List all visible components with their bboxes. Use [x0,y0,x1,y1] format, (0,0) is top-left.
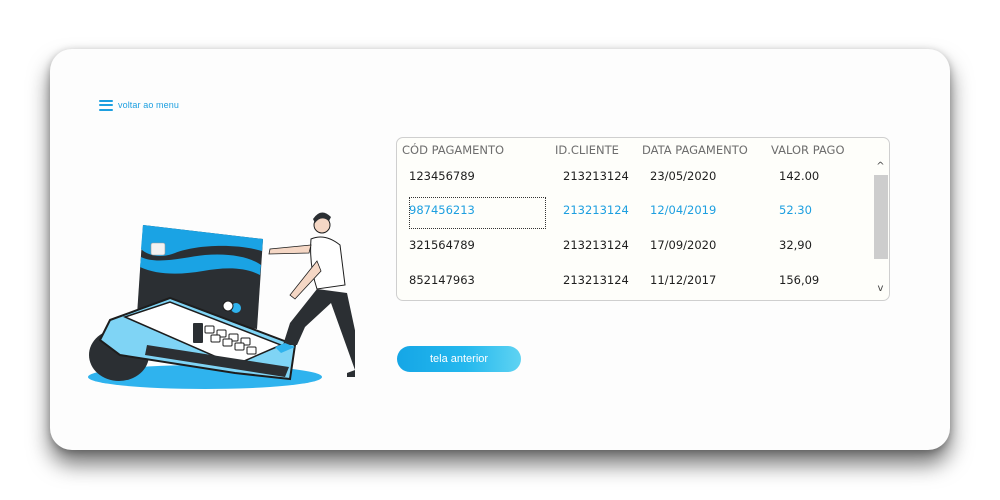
cell-id-cliente: 213213124 [563,238,629,252]
table-row-selected[interactable]: 987456213 213213124 12/04/2019 52.30 [397,193,867,229]
back-to-menu-link[interactable]: voltar ao menu [99,98,179,112]
content-card: voltar ao menu CÓD PAGAMENTO ID.CLIENTE … [50,49,950,450]
person-pushing-card-graphic [268,212,355,377]
header-cod-pagamento[interactable]: CÓD PAGAMENTO [402,143,504,157]
scrollbar-thumb[interactable] [874,175,888,259]
cell-data-pagamento: 17/09/2020 [650,238,717,252]
cell-cod-pagamento: 987456213 [409,203,475,217]
scroll-up-arrow-icon[interactable]: ^ [873,160,888,174]
header-id-cliente[interactable]: ID.CLIENTE [555,143,619,157]
back-to-menu-label: voltar ao menu [118,100,179,110]
cell-id-cliente: 213213124 [563,203,629,217]
table-header: CÓD PAGAMENTO ID.CLIENTE DATA PAGAMENTO … [397,138,867,160]
table-row[interactable]: 123456789 213213124 23/05/2020 142.00 [397,159,867,193]
scroll-down-arrow-icon[interactable]: v [873,282,888,296]
header-valor-pago[interactable]: VALOR PAGO [771,143,845,157]
cell-id-cliente: 213213124 [563,273,629,287]
header-data-pagamento[interactable]: DATA PAGAMENTO [642,143,748,157]
cell-valor-pago: 32,90 [779,238,812,252]
previous-screen-button[interactable]: tela anterior [397,346,521,372]
cell-data-pagamento: 12/04/2019 [650,203,717,217]
payment-terminal-illustration [88,212,355,389]
cell-cod-pagamento: 852147963 [409,273,475,287]
hamburger-menu-icon [99,99,113,111]
cell-id-cliente: 213213124 [563,169,629,183]
cell-valor-pago: 142.00 [779,169,820,183]
cell-data-pagamento: 11/12/2017 [650,273,717,287]
payments-table: CÓD PAGAMENTO ID.CLIENTE DATA PAGAMENTO … [396,137,890,301]
table-row[interactable]: 321564789 213213124 17/09/2020 32,90 [397,228,867,262]
cell-cod-pagamento: 123456789 [409,169,475,183]
table-row[interactable]: 852147963 213213124 11/12/2017 156,09 [397,263,867,297]
cell-data-pagamento: 23/05/2020 [650,169,717,183]
table-scrollbar[interactable]: ^ v [873,160,888,298]
cell-valor-pago: 156,09 [779,273,820,287]
cell-valor-pago: 52.30 [779,203,812,217]
cell-cod-pagamento: 321564789 [409,238,475,252]
